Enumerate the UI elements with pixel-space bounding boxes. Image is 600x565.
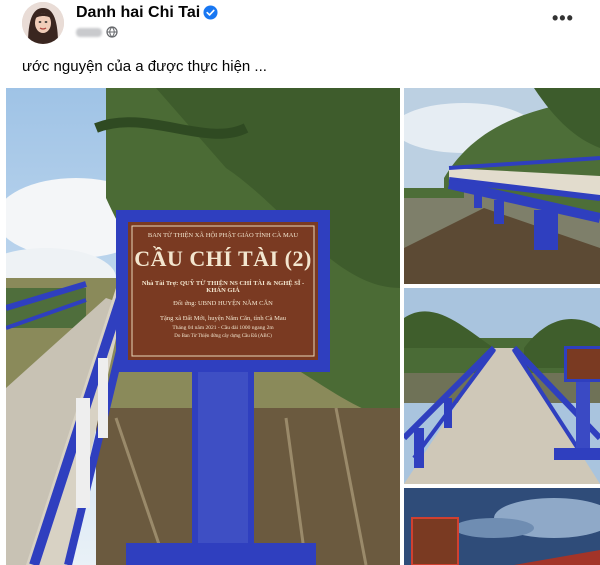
verified-badge-icon <box>203 5 218 20</box>
photo-middle-right[interactable] <box>404 288 600 484</box>
photo-main[interactable]: BAN TỪ THIỆN XÃ HỘI PHẬT GIÁO TỈNH CÀ MA… <box>6 88 400 565</box>
sign-partner: Đối ứng: UBND HUYỆN NĂM CĂN <box>173 300 273 307</box>
sign-date: Tháng 04 năm 2021 - Cầu dài 1000 ngang 2… <box>172 325 274 331</box>
post-meta <box>76 26 118 38</box>
sign-title: CẦU CHÍ TÀI (2) <box>134 246 312 271</box>
sign-gift: Tặng xã Đất Mới, huyện Năm Căn, tỉnh Cà … <box>159 315 286 322</box>
more-options-button[interactable]: ••• <box>552 8 574 29</box>
author-name[interactable]: Danh hai Chi Tai <box>76 4 200 22</box>
post-header: Danh hai Chi Tai ••• <box>0 0 600 50</box>
author-avatar[interactable] <box>22 2 64 44</box>
photo-bottom-right[interactable] <box>404 488 600 565</box>
sign-note: Do Ban Từ Thiện đứng cây dựng Cầu Đã (AB… <box>174 334 272 339</box>
photo-top-right[interactable] <box>404 88 600 284</box>
post-caption: ước nguyện của a được thực hiện ... <box>22 58 267 75</box>
globe-icon <box>106 26 118 38</box>
sign-org: BAN TỪ THIỆN XÃ HỘI PHẬT GIÁO TỈNH CÀ MA… <box>147 232 299 239</box>
photo-grid: BAN TỪ THIỆN XÃ HỘI PHẬT GIÁO TỈNH CÀ MA… <box>0 88 600 565</box>
sign-sponsor: Nhà Tài Trợ: QUỸ TỪ THIỆN NS CHÍ TÀI & N… <box>141 280 305 294</box>
post-timestamp[interactable] <box>76 27 102 37</box>
sign-text: BAN TỪ THIỆN XÃ HỘI PHẬT GIÁO TỈNH CÀ MA… <box>128 222 318 360</box>
